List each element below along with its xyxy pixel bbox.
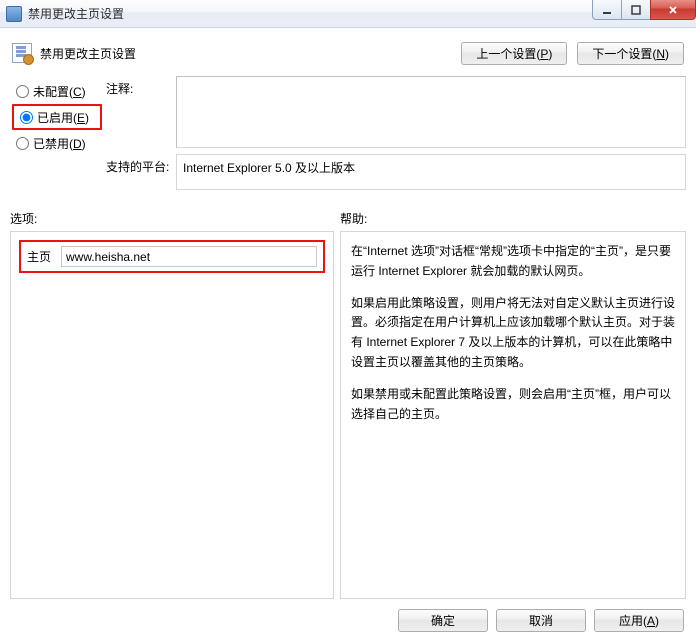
homepage-label: 主页: [27, 248, 51, 265]
minimize-button[interactable]: [592, 0, 622, 20]
radio-enabled[interactable]: 已启用(E): [14, 106, 100, 128]
help-header: 帮助:: [340, 210, 367, 227]
page-title: 禁用更改主页设置: [40, 45, 136, 62]
help-paragraph: 如果启用此策略设置，则用户将无法对自定义默认主页进行设置。必须指定在用户计算机上…: [351, 294, 675, 373]
next-setting-button[interactable]: 下一个设置(N): [577, 42, 684, 65]
config-panel: 未配置(C) 已启用(E) 已禁用(D) 注释: 支持的平台: I: [10, 76, 686, 196]
panel-headers: 选项: 帮助:: [10, 210, 686, 227]
homepage-input[interactable]: [61, 246, 317, 267]
radio-disabled[interactable]: 已禁用(D): [10, 132, 106, 154]
close-button[interactable]: [650, 0, 696, 20]
help-paragraph: 如果禁用或未配置此策略设置，则会启用“主页”框，用户可以选择自己的主页。: [351, 385, 675, 425]
help-paragraph: 在“Internet 选项”对话框“常规”选项卡中指定的“主页”，是只要运行 I…: [351, 242, 675, 282]
state-radios: 未配置(C) 已启用(E) 已禁用(D): [10, 76, 106, 196]
comment-label: 注释:: [106, 76, 176, 97]
app-icon: [6, 6, 22, 22]
apply-button[interactable]: 应用(A): [594, 609, 684, 632]
maximize-button[interactable]: [621, 0, 651, 20]
help-panel: 在“Internet 选项”对话框“常规”选项卡中指定的“主页”，是只要运行 I…: [340, 231, 686, 599]
options-panel: 主页: [10, 231, 334, 599]
titlebar: 禁用更改主页设置: [0, 0, 696, 28]
supported-platform-box: Internet Explorer 5.0 及以上版本: [176, 154, 686, 190]
comment-textarea[interactable]: [176, 76, 686, 148]
supported-platform-text: Internet Explorer 5.0 及以上版本: [183, 161, 355, 175]
dialog-footer: 确定 取消 应用(A): [10, 599, 686, 632]
platform-label: 支持的平台:: [106, 154, 176, 175]
header-row: 禁用更改主页设置 上一个设置(P) 下一个设置(N): [10, 36, 686, 70]
previous-setting-button[interactable]: 上一个设置(P): [461, 42, 567, 65]
radio-disabled-input[interactable]: [16, 137, 29, 150]
ok-button[interactable]: 确定: [398, 609, 488, 632]
radio-not-configured-input[interactable]: [16, 85, 29, 98]
radio-not-configured[interactable]: 未配置(C): [10, 80, 106, 102]
options-header: 选项:: [10, 210, 340, 227]
radio-enabled-input[interactable]: [20, 111, 33, 124]
window-title: 禁用更改主页设置: [28, 5, 124, 22]
cancel-button[interactable]: 取消: [496, 609, 586, 632]
homepage-row: 主页: [19, 240, 325, 273]
policy-icon: [12, 43, 32, 63]
window-buttons: [593, 0, 696, 20]
